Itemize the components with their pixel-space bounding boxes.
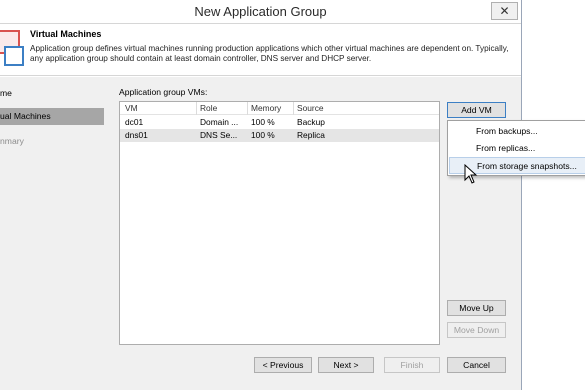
cell-memory: 100 %	[251, 130, 275, 140]
nav-item-summary: nmary	[0, 136, 24, 146]
step-description: Application group defines virtual machin…	[30, 44, 509, 63]
step-title: Virtual Machines	[30, 29, 102, 39]
move-down-button: Move Down	[447, 322, 506, 338]
add-vm-button[interactable]: Add VM	[447, 102, 506, 118]
wizard-header: Virtual Machines Application group defin…	[0, 24, 521, 76]
vm-list-header: VM Role Memory Source	[120, 102, 439, 115]
finish-button: Finish	[384, 357, 440, 373]
window-border	[521, 0, 522, 390]
column-divider	[293, 102, 294, 115]
cell-role: Domain ...	[200, 117, 239, 127]
table-row[interactable]: dns01 DNS Se... 100 % Replica	[120, 129, 439, 142]
menu-item-from-replicas[interactable]: From replicas...	[449, 140, 585, 157]
close-button[interactable]: ✕	[491, 2, 518, 20]
nav-item-virtual-machines[interactable]: ual Machines	[0, 108, 104, 125]
column-header-memory[interactable]: Memory	[251, 102, 291, 115]
vm-list[interactable]: VM Role Memory Source dc01 Domain ... 10…	[119, 101, 440, 345]
move-up-button[interactable]: Move Up	[447, 300, 506, 316]
vm-logo-icon	[4, 46, 24, 66]
cell-vm: dns01	[125, 130, 148, 140]
menu-item-from-backups[interactable]: From backups...	[449, 123, 585, 140]
window-title: New Application Group	[194, 4, 327, 19]
table-row[interactable]: dc01 Domain ... 100 % Backup	[120, 116, 439, 129]
cell-memory: 100 %	[251, 117, 275, 127]
column-header-vm[interactable]: VM	[125, 102, 195, 115]
title-bar: New Application Group ✕	[0, 0, 521, 24]
next-button[interactable]: Next >	[318, 357, 374, 373]
cell-source: Backup	[297, 117, 325, 127]
column-header-source[interactable]: Source	[297, 102, 377, 115]
vm-list-label: Application group VMs:	[119, 87, 208, 97]
cell-vm: dc01	[125, 117, 144, 127]
column-header-role[interactable]: Role	[200, 102, 244, 115]
mouse-cursor-icon	[464, 164, 478, 184]
cell-source: Replica	[297, 130, 325, 140]
column-divider	[247, 102, 248, 115]
nav-item-name[interactable]: me	[0, 85, 12, 102]
previous-button[interactable]: < Previous	[254, 357, 312, 373]
wizard-body: me ual Machines nmary Application group …	[0, 77, 521, 390]
cancel-button[interactable]: Cancel	[447, 357, 506, 373]
cell-role: DNS Se...	[200, 130, 238, 140]
column-divider	[196, 102, 197, 115]
